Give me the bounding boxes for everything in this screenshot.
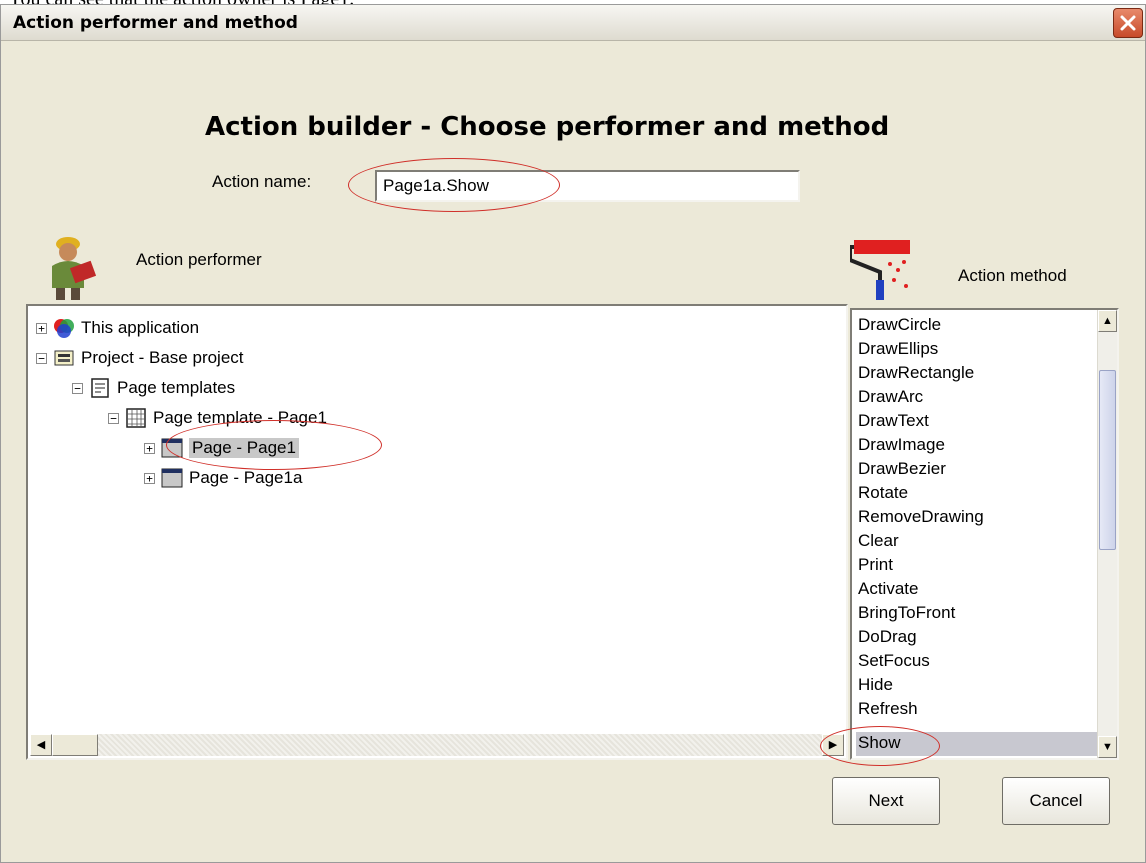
expand-icon[interactable]: + bbox=[144, 442, 155, 454]
page-icon bbox=[161, 438, 183, 458]
scroll-down-button[interactable]: ▼ bbox=[1098, 736, 1117, 758]
page-icon bbox=[161, 468, 183, 488]
action-name-field[interactable]: Page1a.Show bbox=[375, 170, 800, 202]
tree-node[interactable]: − Project - Base project bbox=[36, 346, 244, 370]
list-item-selected[interactable]: Show bbox=[856, 732, 1100, 756]
tree-node-label: Page - Page1 bbox=[189, 438, 299, 458]
action-performer-label: Action performer bbox=[136, 250, 262, 269]
page-template-icon bbox=[126, 408, 146, 428]
page-templates-icon bbox=[91, 378, 109, 398]
tree-node[interactable]: + This application bbox=[36, 316, 199, 340]
list-item[interactable]: DoDrag bbox=[856, 626, 1100, 650]
scroll-up-button[interactable]: ▲ bbox=[1098, 310, 1117, 332]
worker-icon bbox=[52, 237, 97, 300]
scroll-left-button[interactable]: ◀ bbox=[30, 734, 52, 756]
page-title: Action builder - Choose performer and me… bbox=[205, 112, 890, 142]
scroll-right-button[interactable]: ▶ bbox=[822, 734, 844, 756]
list-item[interactable]: Print bbox=[856, 554, 1100, 578]
list-item[interactable]: DrawEllips bbox=[856, 338, 1100, 362]
tree-node[interactable]: − Page template - Page1 bbox=[108, 406, 327, 430]
list-item[interactable]: DrawArc bbox=[856, 386, 1100, 410]
next-button[interactable]: Next bbox=[832, 777, 940, 825]
list-item[interactable]: DrawText bbox=[856, 410, 1100, 434]
tree-node-label: Page - Page1a bbox=[189, 468, 303, 487]
tree-node[interactable]: + Page - Page1a bbox=[144, 466, 302, 490]
tree-node-label: This application bbox=[81, 318, 200, 337]
collapse-icon[interactable]: − bbox=[72, 382, 83, 394]
expand-icon[interactable]: + bbox=[144, 472, 155, 484]
window-title: Action performer and method bbox=[13, 13, 298, 33]
performer-tree[interactable]: + This application − Project - Base proj… bbox=[26, 304, 848, 760]
collapse-icon[interactable]: − bbox=[36, 352, 47, 364]
collapse-icon[interactable]: − bbox=[108, 412, 119, 424]
tree-node[interactable]: − Page templates bbox=[72, 376, 235, 400]
action-name-label: Action name: bbox=[212, 172, 312, 191]
tree-node-label: Page template - Page1 bbox=[153, 408, 327, 427]
list-item[interactable]: SetFocus bbox=[856, 650, 1100, 674]
list-item[interactable]: DrawBezier bbox=[856, 458, 1100, 482]
list-item[interactable]: Activate bbox=[856, 578, 1100, 602]
list-item[interactable]: Rotate bbox=[856, 482, 1100, 506]
list-item[interactable]: RemoveDrawing bbox=[856, 506, 1100, 530]
list-item[interactable]: DrawImage bbox=[856, 434, 1100, 458]
list-item[interactable]: DrawCircle bbox=[856, 314, 1100, 338]
scroll-thumb[interactable] bbox=[1099, 370, 1116, 550]
app-icon bbox=[54, 319, 74, 338]
method-list[interactable]: DrawCircle DrawEllips DrawRectangle Draw… bbox=[850, 308, 1119, 760]
list-item[interactable]: Clear bbox=[856, 530, 1100, 554]
project-icon bbox=[54, 350, 74, 366]
list-item[interactable]: Refresh bbox=[856, 698, 1100, 722]
vertical-scrollbar[interactable]: ▲ ▼ bbox=[1097, 310, 1117, 758]
close-icon bbox=[1120, 15, 1136, 31]
tree-node-label: Project - Base project bbox=[81, 348, 244, 367]
expand-icon[interactable]: + bbox=[36, 322, 47, 334]
title-bar: Action performer and method bbox=[1, 5, 1145, 41]
close-button[interactable] bbox=[1113, 8, 1143, 38]
scroll-thumb[interactable] bbox=[52, 734, 98, 756]
action-method-label: Action method bbox=[958, 266, 1067, 285]
list-item[interactable]: Hide bbox=[856, 674, 1100, 698]
paint-roller-icon bbox=[850, 240, 910, 300]
list-item[interactable]: BringToFront bbox=[856, 602, 1100, 626]
tree-node-label: Page templates bbox=[117, 378, 236, 397]
list-item[interactable]: DrawRectangle bbox=[856, 362, 1100, 386]
tree-node[interactable]: + Page - Page1 bbox=[144, 436, 299, 460]
cancel-button[interactable]: Cancel bbox=[1002, 777, 1110, 825]
horizontal-scrollbar[interactable]: ◀ ▶ bbox=[30, 734, 844, 756]
